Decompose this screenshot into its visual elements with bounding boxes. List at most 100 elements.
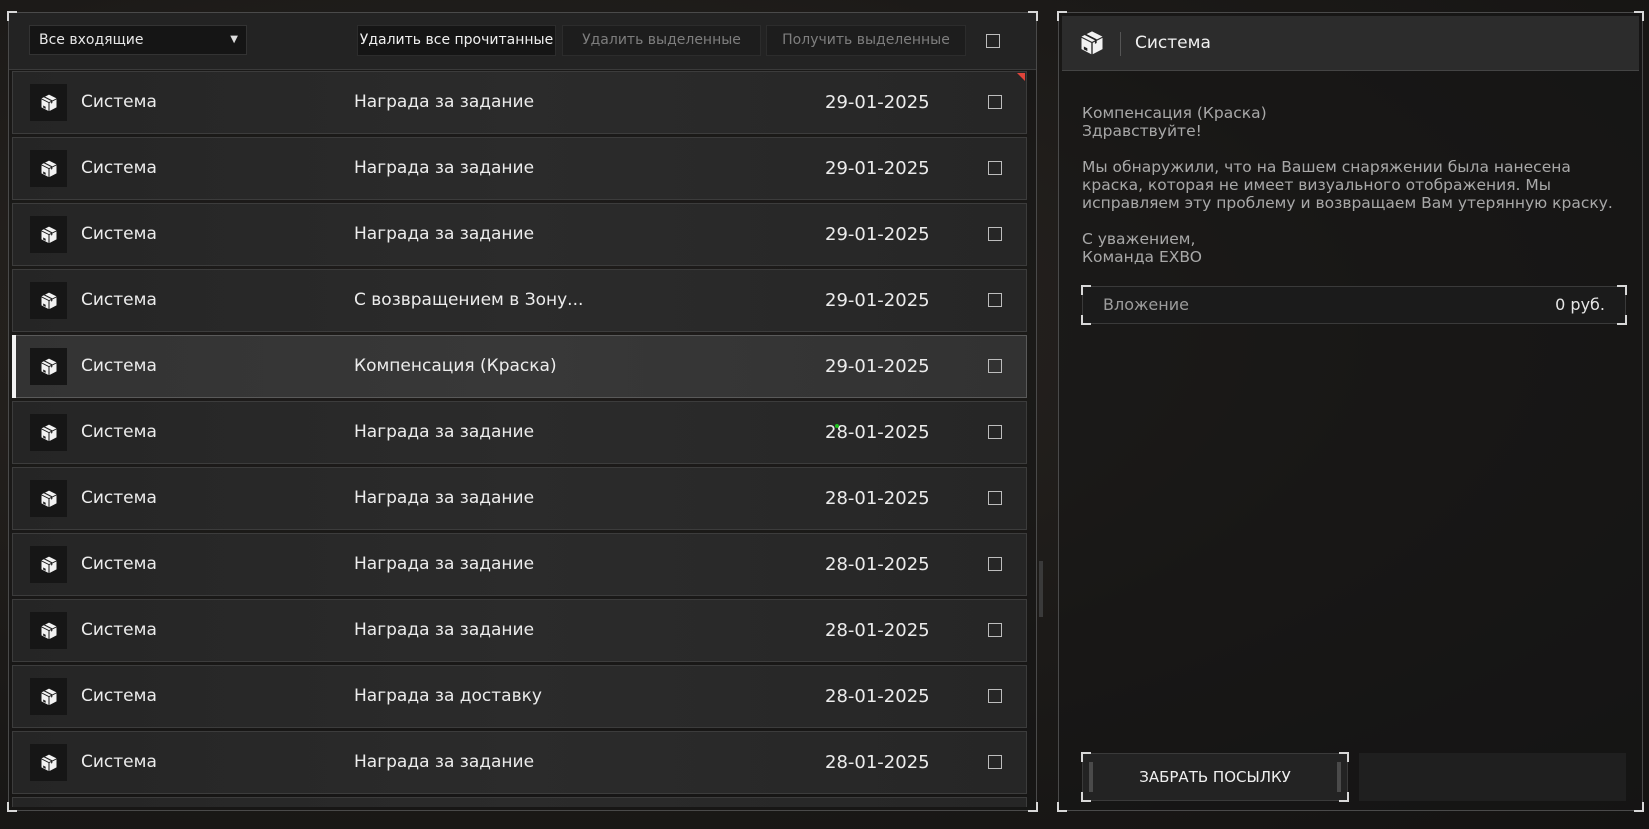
message-row[interactable]: Система Награда за задание 28-01-2025 — [12, 401, 1027, 464]
message-subject: Награда за задание — [354, 158, 535, 178]
message-row[interactable]: Система Компенсация (Краска) 29-01-2025 — [12, 335, 1027, 398]
message-date: 28-01-2025 — [825, 686, 930, 707]
message-detail-header: Система — [1062, 16, 1639, 71]
message-sender: Система — [81, 752, 157, 772]
message-row[interactable]: Система Награда за задание 28-01-2025 — [12, 599, 1027, 662]
message-date: 28-01-2025 — [825, 620, 930, 641]
message-checkbox[interactable] — [988, 689, 1002, 703]
frame-corner — [1057, 802, 1067, 812]
package-box-icon — [30, 150, 67, 187]
message-subject: Компенсация (Краска) — [1082, 104, 1267, 122]
message-row[interactable]: Система Награда за задание 29-01-2025 — [12, 71, 1027, 134]
message-signature: Команда EXBO — [1082, 248, 1202, 266]
frame-corner — [1634, 802, 1644, 812]
frame-corner — [1028, 802, 1038, 812]
message-subject: Награда за задание — [354, 488, 535, 508]
selected-indicator — [12, 335, 16, 398]
button-side-bar — [1337, 762, 1341, 792]
message-date: 29-01-2025 — [825, 158, 930, 179]
inbox-filter-dropdown[interactable]: Все входящие ▼ — [29, 25, 247, 55]
message-checkbox[interactable] — [988, 95, 1002, 109]
message-list: Система Награда за задание 29-01-2025 Систе… — [12, 71, 1027, 807]
message-date: 28-01-2025 — [825, 752, 930, 773]
detail-sender: Система — [1135, 33, 1211, 53]
package-box-icon — [30, 612, 67, 649]
frame-corner — [1081, 752, 1091, 762]
package-box-icon — [30, 414, 67, 451]
get-selected-button[interactable]: Получить выделенные — [766, 25, 966, 56]
message-sender: Система — [81, 290, 157, 310]
message-checkbox[interactable] — [988, 161, 1002, 175]
message-text: Мы обнаружили, что на Вашем снаряжении б… — [1082, 158, 1613, 212]
message-subject: Награда за доставку — [354, 686, 542, 706]
package-box-icon — [30, 282, 67, 319]
message-sender: Система — [81, 158, 157, 178]
take-package-button[interactable]: ЗАБРАТЬ ПОСЫЛКУ — [1081, 752, 1349, 802]
message-subject: С возвращением в Зону... — [354, 290, 584, 310]
select-all-checkbox[interactable] — [986, 34, 1000, 48]
header-divider — [1120, 32, 1121, 56]
message-checkbox[interactable] — [988, 359, 1002, 373]
message-sender: Система — [81, 488, 157, 508]
message-row[interactable]: Система С возвращением в Зону... 29-01-202… — [12, 269, 1027, 332]
message-row[interactable] — [12, 797, 1027, 807]
message-row[interactable]: Система Награда за задание 28-01-2025 — [12, 533, 1027, 596]
delete-selected-button[interactable]: Удалить выделенные — [562, 25, 761, 56]
take-package-label: ЗАБРАТЬ ПОСЫЛКУ — [1139, 768, 1291, 786]
message-sender: Система — [81, 224, 157, 244]
frame-corner — [1617, 285, 1627, 295]
message-date: 28-01-2025 — [825, 554, 930, 575]
message-sender: Система — [81, 686, 157, 706]
message-date: 29-01-2025 — [825, 290, 930, 311]
message-date: 29-01-2025 — [825, 224, 930, 245]
message-subject: Награда за задание — [354, 752, 535, 772]
frame-corner — [1081, 315, 1091, 325]
message-checkbox[interactable] — [988, 557, 1002, 571]
attachment-value: 0 руб. — [1555, 295, 1605, 314]
message-closing: С уважением, — [1082, 230, 1196, 248]
new-message-flag — [1017, 73, 1025, 81]
message-subject: Награда за задание — [354, 620, 535, 640]
message-sender: Система — [81, 422, 157, 442]
message-checkbox[interactable] — [988, 425, 1002, 439]
attachment-label: Вложение — [1103, 295, 1189, 314]
empty-action-slot — [1359, 753, 1626, 801]
message-checkbox[interactable] — [988, 293, 1002, 307]
message-row[interactable]: Система Награда за доставку 28-01-2025 — [12, 665, 1027, 728]
message-subject: Компенсация (Краска) — [354, 356, 557, 376]
message-list-scrollbar[interactable] — [1039, 561, 1043, 617]
message-body: Компенсация (Краска) Здравствуйте! Мы об… — [1082, 104, 1622, 266]
message-checkbox[interactable] — [988, 491, 1002, 505]
delete-all-read-button[interactable]: Удалить все прочитанные — [357, 25, 556, 56]
button-side-bar — [1089, 762, 1093, 792]
package-box-icon — [1076, 27, 1108, 59]
package-box-icon — [30, 678, 67, 715]
frame-corner — [1339, 752, 1349, 762]
package-box-icon — [30, 480, 67, 517]
message-checkbox[interactable] — [988, 623, 1002, 637]
message-row[interactable]: Система Награда за задание 29-01-2025 — [12, 137, 1027, 200]
package-box-icon — [30, 84, 67, 121]
message-greeting: Здравствуйте! — [1082, 122, 1202, 140]
message-sender: Система — [81, 620, 157, 640]
mail-list-panel: Все входящие ▼ Удалить все прочитанные У… — [7, 11, 1043, 812]
message-checkbox[interactable] — [988, 227, 1002, 241]
mail-toolbar: Все входящие ▼ Удалить все прочитанные У… — [9, 13, 1036, 70]
message-row[interactable]: Система Награда за задание 28-01-2025 — [12, 467, 1027, 530]
message-checkbox[interactable] — [988, 755, 1002, 769]
package-box-icon — [30, 744, 67, 781]
frame-corner — [1339, 792, 1349, 802]
message-row[interactable]: Система Награда за задание 28-01-2025 — [12, 731, 1027, 794]
caret-down-icon: ▼ — [230, 34, 238, 45]
package-box-icon — [30, 348, 67, 385]
message-subject: Награда за задание — [354, 92, 535, 112]
frame-corner — [1081, 285, 1091, 295]
status-dot — [835, 424, 839, 428]
package-box-icon — [30, 216, 67, 253]
message-subject: Награда за задание — [354, 224, 535, 244]
message-sender: Система — [81, 92, 157, 112]
message-row[interactable]: Система Награда за задание 29-01-2025 — [12, 203, 1027, 266]
message-sender: Система — [81, 356, 157, 376]
package-box-icon — [30, 546, 67, 583]
message-subject: Награда за задание — [354, 554, 535, 574]
